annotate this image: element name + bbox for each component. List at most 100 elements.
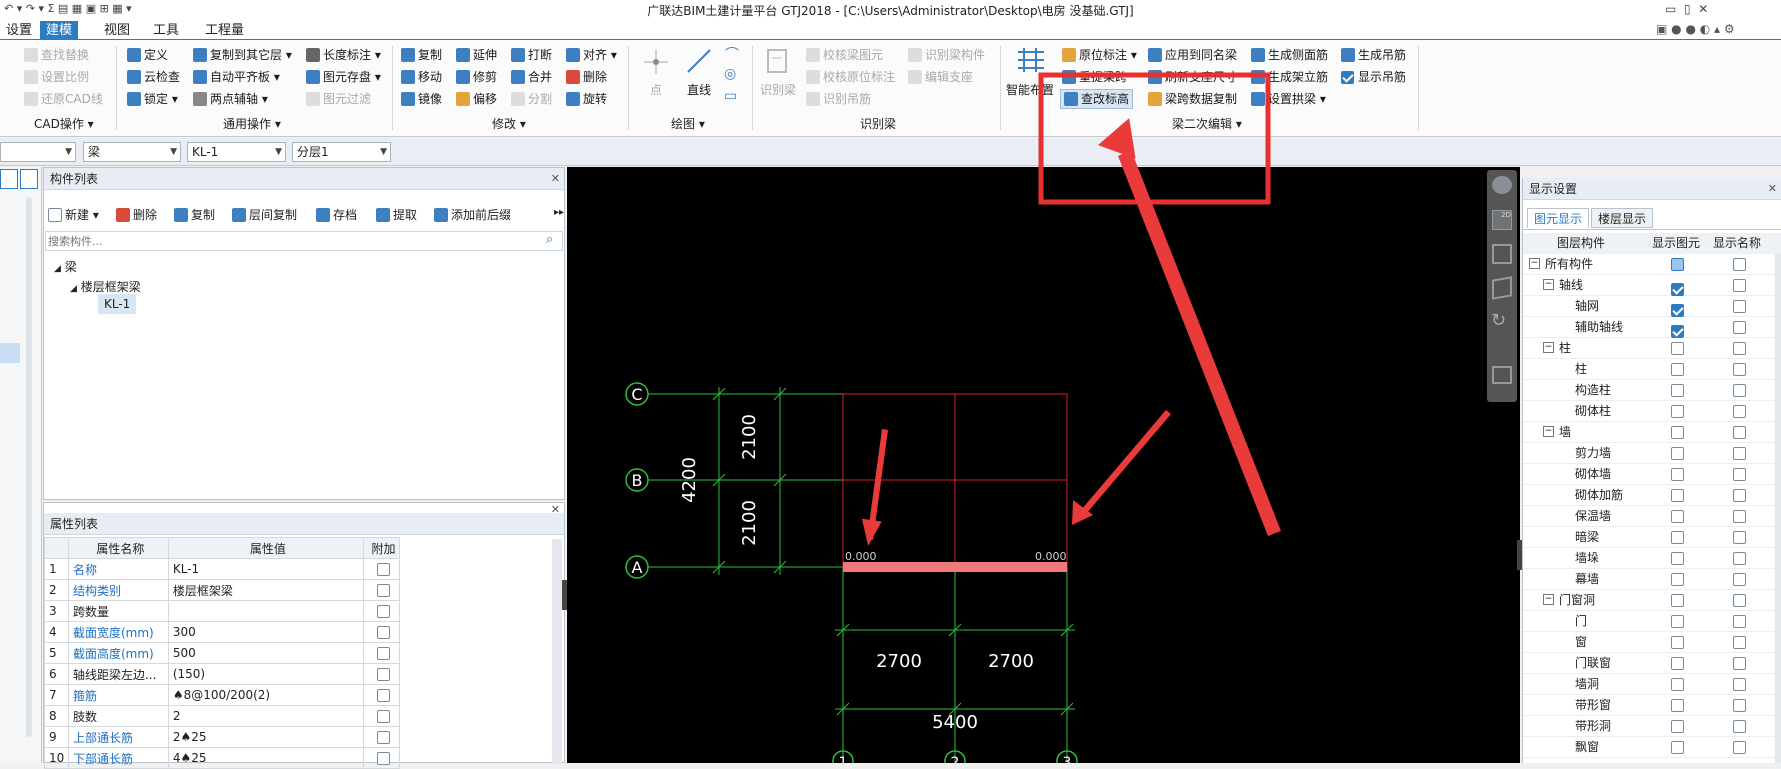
show-name-checkbox[interactable] — [1733, 594, 1746, 607]
layer-name: 砌体墙 — [1575, 467, 1612, 481]
display-row[interactable]: − 轴线 — [1523, 275, 1781, 296]
arrow-right-shaft — [1081, 410, 1171, 514]
display-row[interactable]: − 门窗洞 — [1523, 590, 1781, 611]
show-element-checkbox[interactable] — [1671, 594, 1684, 607]
show-element-checkbox[interactable] — [1671, 468, 1684, 481]
show-name-checkbox[interactable] — [1733, 636, 1746, 649]
show-name-checkbox[interactable] — [1733, 720, 1746, 733]
show-element-checkbox[interactable] — [1671, 426, 1684, 439]
layer-name: 砌体柱 — [1575, 404, 1612, 418]
show-element-checkbox[interactable] — [1671, 720, 1684, 733]
display-row[interactable]: 门联窗 — [1523, 653, 1781, 674]
show-name-checkbox[interactable] — [1733, 363, 1746, 376]
display-row[interactable]: − 所有构件 — [1523, 254, 1781, 275]
show-name-checkbox[interactable] — [1733, 342, 1746, 355]
show-name-checkbox[interactable] — [1733, 489, 1746, 502]
show-element-checkbox[interactable] — [1671, 489, 1684, 502]
show-name-checkbox[interactable] — [1733, 321, 1746, 334]
show-element-checkbox[interactable] — [1671, 342, 1684, 355]
tab-floor-display[interactable]: 楼层显示 — [1591, 208, 1654, 228]
display-row[interactable]: 砌体柱 — [1523, 401, 1781, 422]
collapse-icon[interactable]: − — [1543, 279, 1554, 290]
show-element-checkbox[interactable] — [1671, 741, 1684, 754]
collapse-icon[interactable]: − — [1543, 426, 1554, 437]
display-row[interactable]: 剪力墙 — [1523, 443, 1781, 464]
show-name-checkbox[interactable] — [1733, 510, 1746, 523]
layer-name: 柱 — [1575, 362, 1588, 376]
display-row[interactable]: 柱 — [1523, 359, 1781, 380]
col-show-name: 显示名称 — [1713, 236, 1762, 250]
show-name-checkbox[interactable] — [1733, 573, 1746, 586]
layer-name: 所有构件 — [1545, 257, 1594, 271]
tab-element-display[interactable]: 图元显示 — [1527, 208, 1590, 228]
layer-name: 构造柱 — [1575, 383, 1612, 397]
show-name-checkbox[interactable] — [1733, 426, 1746, 439]
layer-name: 轴线 — [1559, 278, 1584, 292]
show-name-checkbox[interactable] — [1733, 405, 1746, 418]
display-scrollbar[interactable] — [1775, 254, 1781, 763]
show-name-checkbox[interactable] — [1733, 657, 1746, 670]
show-name-checkbox[interactable] — [1733, 279, 1746, 292]
show-element-checkbox[interactable] — [1671, 258, 1684, 271]
display-row[interactable]: 门 — [1523, 611, 1781, 632]
display-row[interactable]: 带形洞 — [1523, 716, 1781, 737]
display-row[interactable]: 墙垛 — [1523, 548, 1781, 569]
show-name-checkbox[interactable] — [1733, 384, 1746, 397]
show-element-checkbox[interactable] — [1671, 615, 1684, 628]
show-name-checkbox[interactable] — [1733, 300, 1746, 313]
layer-name: 门 — [1575, 614, 1588, 628]
collapse-icon[interactable]: − — [1529, 258, 1540, 269]
display-row[interactable]: 带形窗 — [1523, 695, 1781, 716]
collapse-icon[interactable]: − — [1543, 594, 1554, 605]
show-element-checkbox[interactable] — [1671, 363, 1684, 376]
layer-name: 幕墙 — [1575, 572, 1600, 586]
display-row[interactable]: 砌体墙 — [1523, 464, 1781, 485]
show-name-checkbox[interactable] — [1733, 552, 1746, 565]
show-name-checkbox[interactable] — [1733, 258, 1746, 271]
show-element-checkbox[interactable] — [1671, 573, 1684, 586]
display-row[interactable]: 轴网 — [1523, 296, 1781, 317]
show-name-checkbox[interactable] — [1733, 615, 1746, 628]
display-row[interactable]: 辅助轴线 — [1523, 317, 1781, 338]
display-row[interactable]: 暗梁 — [1523, 527, 1781, 548]
show-element-checkbox[interactable] — [1671, 325, 1684, 338]
show-name-checkbox[interactable] — [1733, 699, 1746, 712]
display-row[interactable]: 墙洞 — [1523, 674, 1781, 695]
display-row[interactable]: 窗 — [1523, 632, 1781, 653]
show-element-checkbox[interactable] — [1671, 304, 1684, 317]
display-row[interactable]: − 墙 — [1523, 422, 1781, 443]
display-row[interactable]: 保温墙 — [1523, 506, 1781, 527]
show-element-checkbox[interactable] — [1671, 657, 1684, 670]
layer-name: 带形洞 — [1575, 719, 1612, 733]
show-element-checkbox[interactable] — [1671, 636, 1684, 649]
col-show-element: 显示图元 — [1652, 236, 1701, 250]
show-element-checkbox[interactable] — [1671, 678, 1684, 691]
annotation-overlay — [861, 72, 1281, 546]
show-name-checkbox[interactable] — [1733, 531, 1746, 544]
display-settings-header: 显示设置 ✕ — [1523, 178, 1781, 200]
show-name-checkbox[interactable] — [1733, 447, 1746, 460]
show-element-checkbox[interactable] — [1671, 405, 1684, 418]
layer-name: 保温墙 — [1575, 509, 1612, 523]
display-row[interactable]: 构造柱 — [1523, 380, 1781, 401]
close-icon[interactable]: ✕ — [1768, 178, 1777, 200]
show-element-checkbox[interactable] — [1671, 531, 1684, 544]
layer-name: 飘窗 — [1575, 740, 1600, 754]
show-element-checkbox[interactable] — [1671, 552, 1684, 565]
show-element-checkbox[interactable] — [1671, 699, 1684, 712]
display-row[interactable]: 砌体加筋 — [1523, 485, 1781, 506]
show-name-checkbox[interactable] — [1733, 678, 1746, 691]
show-name-checkbox[interactable] — [1733, 741, 1746, 754]
show-element-checkbox[interactable] — [1671, 384, 1684, 397]
layer-name: 墙垛 — [1575, 551, 1600, 565]
display-row[interactable]: 幕墙 — [1523, 569, 1781, 590]
arrow-to-elevation-head — [1098, 118, 1136, 159]
display-row[interactable]: 飘窗 — [1523, 737, 1781, 758]
collapse-icon[interactable]: − — [1543, 342, 1554, 353]
layer-name: 轴网 — [1575, 299, 1600, 313]
display-row[interactable]: − 柱 — [1523, 338, 1781, 359]
show-element-checkbox[interactable] — [1671, 447, 1684, 460]
show-element-checkbox[interactable] — [1671, 510, 1684, 523]
show-element-checkbox[interactable] — [1671, 283, 1684, 296]
show-name-checkbox[interactable] — [1733, 468, 1746, 481]
